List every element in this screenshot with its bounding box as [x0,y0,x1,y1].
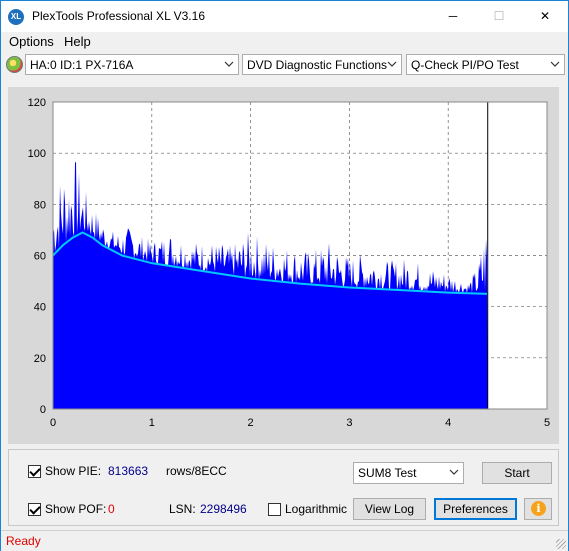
pie-chart: 0 20 40 60 80 100 120 0 1 2 3 4 5 [28,97,550,429]
plextools-logo-icon: XL [8,9,24,25]
info-button[interactable]: i [524,498,552,520]
y-tick-label: 20 [34,353,46,365]
logarithmic-label: Logarithmic [285,502,348,516]
menu-bar: Options Help [1,32,568,52]
y-tick-label: 40 [34,302,46,314]
pie-value: 813663 [108,464,149,478]
y-tick-label: 120 [28,97,46,109]
x-tick-label: 0 [50,417,56,429]
preferences-button[interactable]: Preferences [434,498,517,520]
x-tick-label: 4 [445,417,451,429]
control-panel: Show PIE: 813663 rows/8ECC Show POF: 0 L… [8,449,559,526]
app-window: XL PlexTools Professional XL V3.16 ─ ☐ ✕… [0,0,569,551]
pof-value: 0 [108,502,115,516]
drive-status-icon [6,56,23,73]
view-log-button[interactable]: View Log [353,498,426,520]
title-bar: XL PlexTools Professional XL V3.16 ─ ☐ ✕ [1,1,568,32]
menu-help[interactable]: Help [64,34,91,49]
menu-options[interactable]: Options [9,34,54,49]
show-pie-label: Show PIE: [45,464,102,478]
x-tick-label: 3 [346,417,352,429]
logarithmic-checkbox[interactable] [268,503,281,516]
chevron-down-icon [224,61,234,67]
sum-test-select[interactable]: SUM8 Test [353,462,464,484]
y-tick-label: 80 [34,199,46,211]
chevron-down-icon [550,61,560,67]
x-axis-ticks: 0 1 2 3 4 5 [50,417,550,429]
window-title: PlexTools Professional XL V3.16 [32,9,205,23]
status-text: Ready [6,534,41,548]
y-tick-label: 100 [28,148,46,160]
function-select-value: DVD Diagnostic Functions [247,58,388,72]
test-select[interactable]: Q-Check PI/PO Test [406,54,565,75]
start-button[interactable]: Start [482,462,552,484]
show-pof-checkbox[interactable] [28,503,41,516]
resize-grip-icon[interactable] [556,539,566,549]
close-button[interactable]: ✕ [522,1,568,32]
drive-select[interactable]: HA:0 ID:1 PX-716A [25,54,239,75]
x-tick-label: 2 [248,417,254,429]
lsn-value: 2298496 [200,502,247,516]
test-select-value: Q-Check PI/PO Test [411,58,519,72]
toolbar: HA:0 ID:1 PX-716A DVD Diagnostic Functio… [1,53,568,79]
chevron-down-icon [449,469,459,475]
info-icon: i [531,501,546,516]
maximize-button[interactable]: ☐ [476,1,522,32]
x-tick-label: 1 [149,417,155,429]
show-pie-checkbox[interactable] [28,465,41,478]
drive-select-value: HA:0 ID:1 PX-716A [30,58,134,72]
chevron-down-icon [387,61,397,67]
y-tick-label: 60 [34,251,46,263]
lsn-label: LSN: [169,502,196,516]
function-select[interactable]: DVD Diagnostic Functions [242,54,402,75]
minimize-button[interactable]: ─ [430,1,476,32]
y-axis-ticks: 0 20 40 60 80 100 120 [28,97,46,416]
status-bar: Ready [1,530,568,551]
chart-panel: 0 20 40 60 80 100 120 0 1 2 3 4 5 [8,87,559,444]
show-pof-label: Show POF: [45,502,107,516]
sum-test-select-value: SUM8 Test [358,466,417,480]
rows-label: rows/8ECC [166,464,227,478]
y-tick-label: 0 [40,404,46,416]
x-tick-label: 5 [544,417,550,429]
